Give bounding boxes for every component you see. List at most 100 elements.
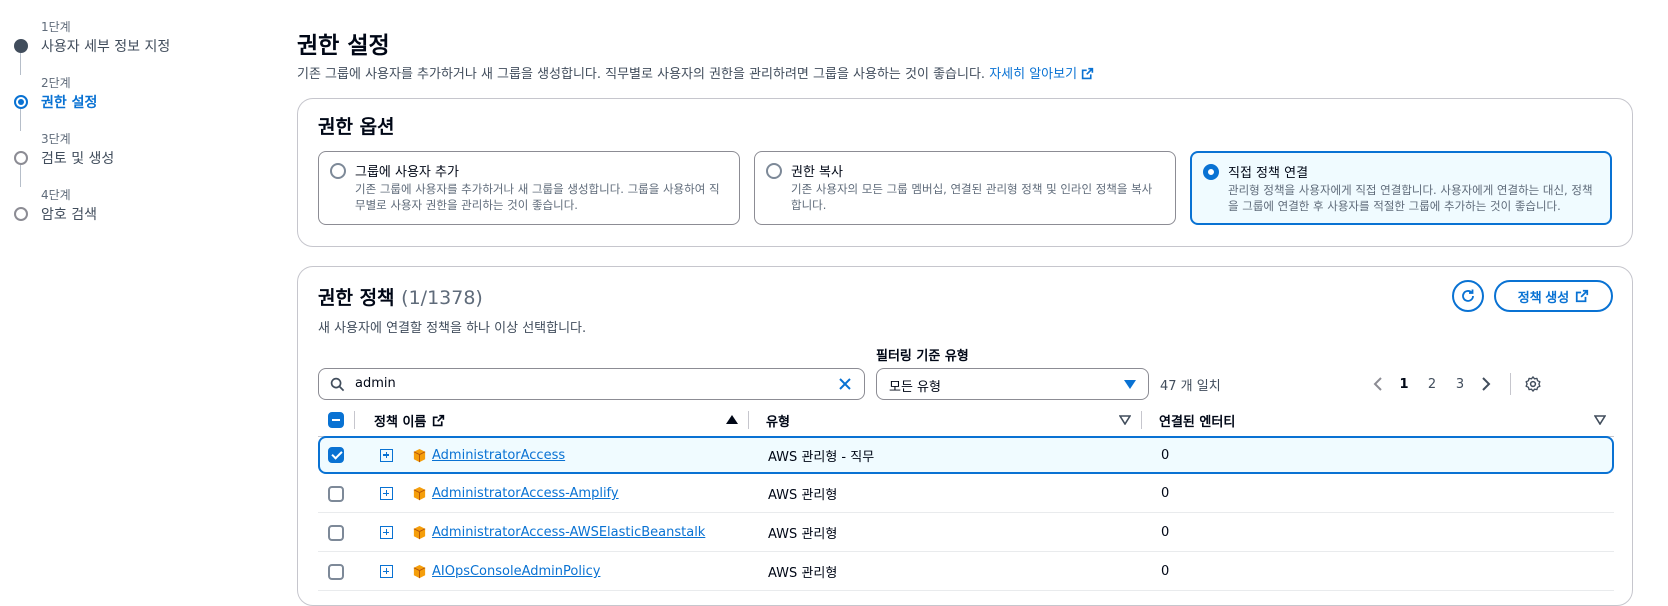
description-text: 기존 그룹에 사용자를 추가하거나 새 그룹을 생성합니다. 직무별로 사용자의… — [297, 67, 986, 82]
option-add-to-group[interactable]: 그룹에 사용자 추가 기존 그룹에 사용자를 추가하거나 새 그룹을 생성합니다… — [318, 151, 740, 225]
attached-entities: 0 — [1161, 564, 1170, 579]
step-label: 사용자 세부 정보 지정 — [41, 39, 171, 55]
policy-cube-icon — [413, 525, 426, 540]
column-separator — [1141, 411, 1142, 429]
page-3[interactable]: 3 — [1446, 377, 1474, 392]
table-row[interactable]: AdministratorAccess-Amplify AWS 관리형 0 — [318, 475, 1614, 513]
sort-ascending-icon — [726, 415, 738, 424]
policy-cube-icon — [413, 486, 426, 501]
match-count: 47 개 일치 — [1160, 379, 1221, 394]
clear-icon[interactable] — [837, 376, 853, 392]
policies-title: 권한 정책 — [318, 287, 395, 309]
external-link-icon — [1576, 289, 1589, 303]
sort-icon — [1119, 415, 1131, 425]
search-input[interactable]: admin — [318, 368, 865, 400]
page-2[interactable]: 2 — [1418, 377, 1446, 392]
attached-entities: 0 — [1161, 486, 1170, 501]
step-complete-icon — [14, 39, 28, 53]
table-row[interactable]: AdministratorAccess AWS 관리형 - 직무 0 — [318, 436, 1614, 474]
create-policy-button[interactable]: 정책 생성 — [1494, 280, 1613, 312]
policies-description: 새 사용자에 연결할 정책을 하나 이상 선택합니다. — [318, 321, 587, 336]
option-copy-permissions[interactable]: 권한 복사 기존 사용자의 모든 그룹 멤버십, 연결된 관리형 정책 및 인라… — [754, 151, 1176, 225]
policies-count: (1/1378) — [401, 287, 483, 309]
policy-type: AWS 관리형 — [768, 527, 838, 542]
policy-name-link[interactable]: AIOpsConsoleAdminPolicy — [432, 564, 600, 579]
option-description: 관리형 정책을 사용자에게 직접 연결합니다. 사용자에게 연결하는 대신, 정… — [1228, 183, 1593, 213]
radio-button-selected[interactable] — [1203, 164, 1219, 180]
pagination: 1 2 3 — [1366, 368, 1545, 400]
option-attach-policies[interactable]: 직접 정책 연결 관리형 정책을 사용자에게 직접 연결합니다. 사용자에게 연… — [1190, 151, 1612, 225]
policy-type: AWS 관리형 — [768, 566, 838, 581]
column-name-label: 정책 이름 — [374, 414, 427, 430]
row-checkbox[interactable] — [328, 485, 344, 502]
search-icon — [330, 377, 345, 392]
policy-type: AWS 관리형 — [768, 488, 838, 503]
page-1[interactable]: 1 — [1390, 377, 1418, 392]
select-all-cell — [328, 403, 344, 437]
column-type-label: 유형 — [766, 414, 790, 430]
step-current-icon — [14, 95, 28, 109]
type-filter-value: 모든 유형 — [889, 380, 941, 395]
expand-icon[interactable] — [380, 565, 393, 578]
step-3: 3단계 검토 및 생성 — [14, 130, 254, 186]
caret-down-icon — [1124, 380, 1136, 389]
expand-icon[interactable] — [380, 526, 393, 539]
step-4: 4단계 암호 검색 — [14, 186, 254, 242]
policy-name-link[interactable]: AdministratorAccess — [432, 448, 565, 463]
step-2: 2단계 권한 설정 — [14, 74, 254, 130]
refresh-button[interactable] — [1452, 280, 1484, 312]
attached-entities: 0 — [1161, 525, 1170, 540]
expand-icon[interactable] — [380, 448, 393, 462]
policy-cube-icon — [413, 564, 426, 579]
type-filter-select[interactable]: 모든 유형 — [876, 368, 1149, 400]
step-number: 3단계 — [41, 132, 71, 146]
search-value: admin — [355, 376, 396, 391]
radio-button[interactable] — [766, 163, 782, 179]
filter-type-label: 필터링 기준 유형 — [876, 349, 969, 364]
permission-policies-panel: 권한 정책 (1/1378) 새 사용자에 연결할 정책을 하나 이상 선택합니… — [297, 266, 1633, 606]
table-row[interactable]: AdministratorAccess-AWSElasticBeanstalk … — [318, 514, 1614, 552]
section-title: 권한 옵션 — [318, 116, 395, 138]
prev-page-icon[interactable] — [1366, 377, 1390, 391]
permission-options-panel: 권한 옵션 그룹에 사용자 추가 기존 그룹에 사용자를 추가하거나 새 그룹을… — [297, 98, 1633, 247]
policy-cube-icon — [413, 448, 426, 462]
wizard-steps: 1단계 사용자 세부 정보 지정 2단계 권한 설정 3단계 검토 및 생성 4… — [14, 18, 254, 242]
next-page-icon[interactable] — [1474, 377, 1498, 391]
page-description: 기존 그룹에 사용자를 추가하거나 새 그룹을 생성합니다. 직무별로 사용자의… — [297, 63, 1094, 82]
step-number: 2단계 — [41, 76, 71, 90]
column-header-type[interactable]: 유형 — [748, 403, 1141, 437]
column-separator — [354, 411, 355, 429]
refresh-icon — [1462, 289, 1474, 302]
option-description: 기존 사용자의 모든 그룹 멤버십, 연결된 관리형 정책 및 인라인 정책을 … — [791, 182, 1153, 212]
learn-more-link[interactable]: 자세히 알아보기 — [989, 67, 1094, 82]
step-1[interactable]: 1단계 사용자 세부 정보 지정 — [14, 18, 254, 74]
select-all-checkbox[interactable] — [328, 412, 344, 428]
column-entities-label: 연결된 엔터티 — [1159, 414, 1236, 430]
attached-entities: 0 — [1161, 447, 1170, 463]
step-number: 4단계 — [41, 188, 71, 202]
external-link-icon — [1081, 67, 1094, 80]
step-number: 1단계 — [41, 20, 71, 34]
radio-button[interactable] — [330, 163, 346, 179]
external-link-icon — [433, 414, 445, 426]
step-label: 권한 설정 — [41, 95, 98, 111]
table-header: 정책 이름 유형 연결된 엔터티 — [318, 403, 1614, 437]
option-title: 권한 복사 — [791, 165, 843, 180]
create-policy-label: 정책 생성 — [1517, 289, 1570, 305]
table-row[interactable]: AIOpsConsoleAdminPolicy AWS 관리형 0 — [318, 553, 1614, 591]
policy-name-link[interactable]: AdministratorAccess-AWSElasticBeanstalk — [432, 525, 705, 540]
pager-divider — [1510, 373, 1511, 395]
row-checkbox[interactable] — [328, 524, 344, 541]
sort-icon — [1594, 415, 1606, 425]
page-title: 권한 설정 — [297, 33, 390, 59]
policy-name-link[interactable]: AdministratorAccess-Amplify — [432, 486, 619, 501]
settings-gear-icon[interactable] — [1521, 375, 1545, 393]
column-header-name[interactable]: 정책 이름 — [354, 403, 748, 437]
column-header-entities[interactable]: 연결된 엔터티 — [1141, 403, 1614, 437]
section-title: 권한 정책 (1/1378) — [318, 283, 483, 310]
row-checkbox[interactable] — [328, 447, 344, 463]
expand-icon[interactable] — [380, 487, 393, 500]
row-checkbox[interactable] — [328, 563, 344, 580]
option-title: 직접 정책 연결 — [1228, 166, 1309, 181]
policy-type: AWS 관리형 - 직무 — [768, 449, 875, 465]
